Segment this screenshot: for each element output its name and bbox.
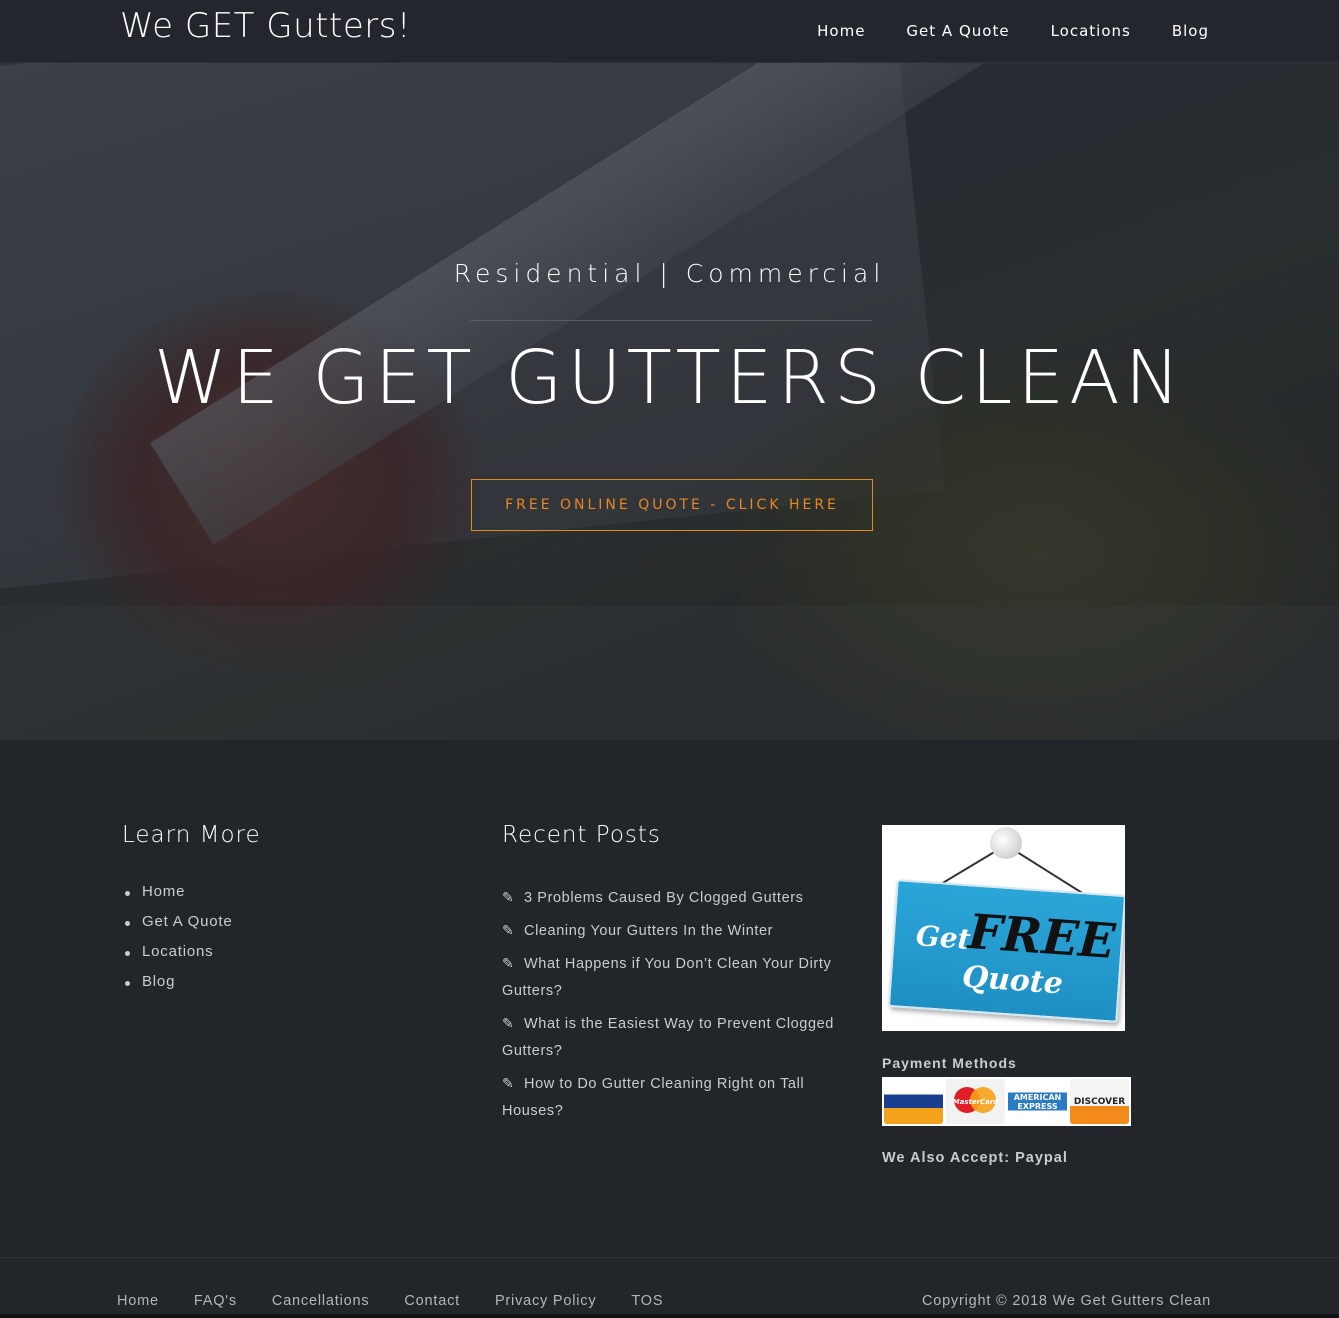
page-bottom-edge [0, 1314, 1339, 1318]
nav-blog[interactable]: Blog [1172, 22, 1209, 40]
free-quote-button[interactable]: FREE ONLINE QUOTE - CLICK HERE [471, 479, 873, 531]
learn-more-list: Home Get A Quote Locations Blog [122, 883, 233, 1003]
footer-link-tos[interactable]: TOS [631, 1293, 663, 1309]
pencil-icon: ✎ [502, 922, 515, 938]
recent-posts-list: ✎ 3 Problems Caused By Clogged Gutters ✎ C… [502, 884, 847, 1130]
learn-more-item-home[interactable]: Home [122, 883, 233, 913]
footer-link-faqs[interactable]: FAQ's [194, 1293, 237, 1309]
sign-text-free: FREE [966, 903, 1117, 971]
recent-post-item[interactable]: ✎ 3 Problems Caused By Clogged Gutters [502, 884, 847, 912]
recent-post-link[interactable]: What is the Easiest Way to Prevent Clogg… [502, 1016, 834, 1059]
recent-post-item[interactable]: ✎ What Happens if You Don’t Clean Your Di… [502, 950, 847, 1005]
main-nav: Home Get A Quote Locations Blog [817, 22, 1209, 40]
discover-card-label: DISCOVER [1073, 1096, 1126, 1107]
site-header: We GET Gutters! Home Get A Quote Locatio… [0, 0, 1339, 63]
hero-divider [470, 320, 872, 321]
visa-card-label: VISA [896, 1094, 931, 1109]
hero-subtitle: Residential | Commercial [453, 259, 886, 288]
visa-card-icon: VISA [884, 1079, 943, 1124]
learn-more-item-locations[interactable]: Locations [122, 943, 233, 973]
nav-home[interactable]: Home [817, 22, 865, 40]
recent-post-link[interactable]: What Happens if You Don’t Clean Your Dir… [502, 956, 831, 999]
hero-title: WE GET GUTTERS CLEAN [153, 335, 1186, 421]
footer-widgets: Learn More Home Get A Quote Locations Bl… [0, 740, 1339, 1258]
recent-post-item[interactable]: ✎ How to Do Gutter Cleaning Right on Tall… [502, 1070, 847, 1125]
pin-icon [990, 827, 1022, 859]
recent-post-link[interactable]: 3 Problems Caused By Clogged Gutters [524, 890, 804, 906]
sign-text-quote: Quote [960, 959, 1065, 1002]
footer-link-home[interactable]: Home [117, 1293, 159, 1309]
amex-card-label: AMERICAN EXPRESS [1013, 1092, 1062, 1111]
free-quote-image[interactable]: Get FREE Quote [882, 825, 1125, 1031]
paypal-accept-text: We Also Accept: Paypal [882, 1150, 1068, 1166]
recent-post-link[interactable]: How to Do Gutter Cleaning Right on Tall … [502, 1076, 804, 1119]
pencil-icon: ✎ [502, 955, 515, 971]
footer-link-contact[interactable]: Contact [404, 1293, 460, 1309]
learn-more-item-get-a-quote[interactable]: Get A Quote [122, 913, 233, 943]
footer-link-privacy-policy[interactable]: Privacy Policy [495, 1293, 596, 1309]
sign-text-get: Get [914, 919, 972, 956]
payment-cards-image: VISA MasterCard AMERICAN EXPRESS DISCOVE… [882, 1077, 1131, 1126]
copyright: Copyright © 2018 We Get Gutters Clean [921, 1293, 1211, 1309]
footer-link-cancellations[interactable]: Cancellations [272, 1293, 369, 1309]
amex-card-icon: AMERICAN EXPRESS [1008, 1079, 1067, 1124]
recent-posts-title: Recent Posts [502, 822, 661, 848]
nav-locations[interactable]: Locations [1051, 22, 1131, 40]
hero-bg-band [0, 606, 1339, 740]
site-logo[interactable]: We GET Gutters! [120, 6, 411, 46]
mastercard-icon: MasterCard [946, 1079, 1005, 1124]
pencil-icon: ✎ [502, 1015, 515, 1031]
pencil-icon: ✎ [502, 1075, 515, 1091]
payment-methods-label: Payment Methods [882, 1055, 1017, 1071]
learn-more-title: Learn More [122, 822, 261, 848]
nav-get-a-quote[interactable]: Get A Quote [906, 22, 1009, 40]
recent-post-item[interactable]: ✎ Cleaning Your Gutters In the Winter [502, 917, 847, 945]
footer-nav: Home FAQ's Cancellations Contact Privacy… [117, 1293, 663, 1309]
hero-section: Residential | Commercial WE GET GUTTERS … [0, 63, 1339, 740]
recent-post-link[interactable]: Cleaning Your Gutters In the Winter [524, 923, 773, 939]
learn-more-item-blog[interactable]: Blog [122, 973, 233, 1003]
discover-card-icon: DISCOVER [1070, 1079, 1129, 1124]
recent-post-item[interactable]: ✎ What is the Easiest Way to Prevent Clog… [502, 1010, 847, 1065]
mastercard-label: MasterCard [952, 1097, 999, 1106]
footer-bar: Home FAQ's Cancellations Contact Privacy… [0, 1257, 1339, 1318]
pencil-icon: ✎ [502, 889, 515, 905]
